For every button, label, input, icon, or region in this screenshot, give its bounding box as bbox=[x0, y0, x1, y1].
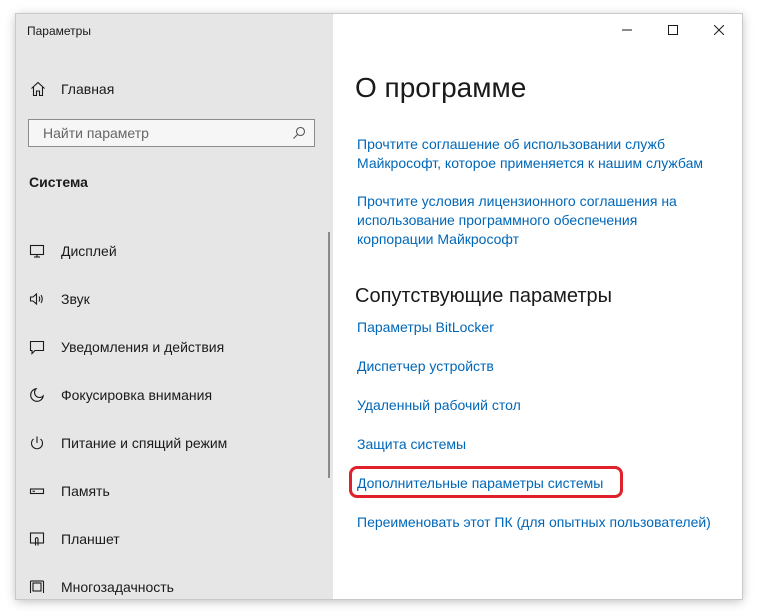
speaker-icon bbox=[28, 290, 46, 308]
tablet-icon bbox=[28, 530, 46, 548]
sidebar-item-label: Фокусировка внимания bbox=[61, 387, 213, 403]
maximize-button[interactable] bbox=[650, 14, 696, 46]
sidebar-nav-list: Дисплей Звук Уведомления и действия Фоку… bbox=[16, 227, 333, 599]
search-icon[interactable] bbox=[292, 126, 306, 140]
moon-icon bbox=[28, 386, 46, 404]
sidebar-scrollbar[interactable] bbox=[328, 232, 330, 478]
system-protection-link[interactable]: Защита системы bbox=[357, 435, 466, 454]
sidebar-item-home[interactable]: Главная bbox=[16, 74, 333, 104]
link-line: использование программного обеспечения bbox=[357, 212, 638, 228]
link-line: корпорации Майкрософт bbox=[357, 231, 520, 247]
notification-icon bbox=[28, 338, 46, 356]
maximize-icon bbox=[668, 25, 678, 35]
sidebar-item-sound[interactable]: Звук bbox=[16, 275, 333, 323]
related-settings-heading: Сопутствующие параметры bbox=[355, 285, 613, 307]
sidebar-item-label: Звук bbox=[61, 291, 90, 307]
home-icon bbox=[29, 80, 47, 98]
sidebar-item-label: Память bbox=[61, 483, 110, 499]
minimize-button[interactable] bbox=[604, 14, 650, 46]
services-agreement-link[interactable]: Прочтите соглашение об использовании слу… bbox=[357, 135, 727, 173]
sidebar-item-display[interactable]: Дисплей bbox=[16, 227, 333, 275]
sidebar-item-focus-assist[interactable]: Фокусировка внимания bbox=[16, 371, 333, 419]
advanced-system-settings-link[interactable]: Дополнительные параметры системы bbox=[357, 474, 603, 493]
close-icon bbox=[714, 25, 724, 35]
link-line: Майкрософт, которое применяется к нашим … bbox=[357, 155, 703, 171]
minimize-icon bbox=[622, 29, 632, 31]
link-line: Прочтите соглашение об использовании слу… bbox=[357, 136, 666, 152]
sidebar-item-notifications[interactable]: Уведомления и действия bbox=[16, 323, 333, 371]
sidebar-item-label: Планшет bbox=[61, 531, 120, 547]
sidebar-item-multitasking[interactable]: Многозадачность bbox=[16, 563, 333, 599]
display-icon bbox=[28, 242, 46, 260]
sidebar-item-storage[interactable]: Память bbox=[16, 467, 333, 515]
window-title: Параметры bbox=[27, 24, 91, 38]
sidebar: Параметры Главная Система Дисплей bbox=[16, 14, 333, 599]
main-content: О программе Прочтите соглашение об испол… bbox=[333, 14, 742, 599]
device-manager-link[interactable]: Диспетчер устройств bbox=[357, 357, 494, 376]
sidebar-item-label: Многозадачность bbox=[61, 579, 174, 595]
sidebar-item-label: Питание и спящий режим bbox=[61, 435, 228, 451]
window-controls bbox=[604, 14, 742, 46]
search-input[interactable] bbox=[41, 124, 292, 142]
bitlocker-settings-link[interactable]: Параметры BitLocker bbox=[357, 318, 494, 337]
rename-pc-link[interactable]: Переименовать этот ПК (для опытных польз… bbox=[357, 513, 711, 532]
settings-window: Параметры Главная Система Дисплей bbox=[16, 14, 742, 599]
sidebar-item-label: Главная bbox=[61, 81, 115, 97]
sidebar-item-label: Дисплей bbox=[61, 243, 117, 259]
sidebar-item-label: Уведомления и действия bbox=[61, 339, 225, 355]
license-terms-link[interactable]: Прочтите условия лицензионного соглашени… bbox=[357, 192, 727, 249]
power-icon bbox=[28, 434, 46, 452]
multitasking-icon bbox=[28, 578, 46, 596]
link-line: Прочтите условия лицензионного соглашени… bbox=[357, 193, 677, 209]
storage-icon bbox=[28, 482, 46, 500]
sidebar-item-power[interactable]: Питание и спящий режим bbox=[16, 419, 333, 467]
sidebar-item-tablet[interactable]: Планшет bbox=[16, 515, 333, 563]
search-box[interactable] bbox=[28, 119, 315, 147]
page-title: О программе bbox=[355, 72, 527, 103]
remote-desktop-link[interactable]: Удаленный рабочий стол bbox=[357, 396, 521, 415]
sidebar-section-title: Система bbox=[29, 174, 88, 190]
close-button[interactable] bbox=[696, 14, 742, 46]
